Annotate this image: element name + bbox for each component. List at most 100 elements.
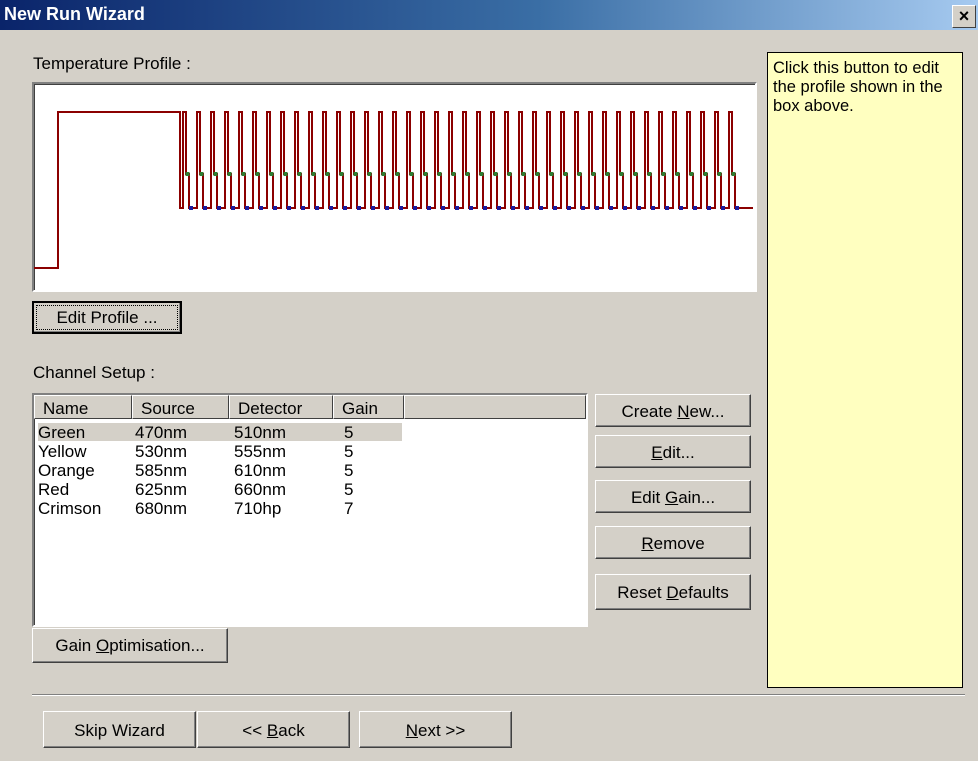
acquisition-marker: [353, 172, 358, 176]
acquisition-marker: [409, 172, 414, 176]
cycle-marker: [329, 206, 333, 210]
cycle-marker: [581, 206, 585, 210]
cycle-marker: [189, 206, 193, 210]
cell-name: Red: [38, 480, 70, 499]
acquisition-marker: [703, 172, 708, 176]
acquisition-marker: [227, 172, 232, 176]
cell-detector: 710hp: [234, 499, 282, 518]
cell-name: Yellow: [38, 442, 87, 461]
acquisition-marker: [339, 172, 344, 176]
cycle-marker: [287, 206, 291, 210]
acquisition-marker: [675, 172, 680, 176]
acquisition-marker: [633, 172, 638, 176]
cycle-marker: [539, 206, 543, 210]
cycle-marker: [679, 206, 683, 210]
acquisition-marker: [577, 172, 582, 176]
cycle-marker: [567, 206, 571, 210]
acquisition-marker: [451, 172, 456, 176]
column-header-gain[interactable]: Gain: [333, 395, 404, 419]
cell-gain: 5: [344, 423, 354, 442]
cycle-marker: [357, 206, 361, 210]
help-panel: Click this button to edit the profile sh…: [767, 52, 963, 688]
cycle-marker: [259, 206, 263, 210]
cycle-marker: [217, 206, 221, 210]
acquisition-marker: [535, 172, 540, 176]
channel-list[interactable]: Name Source Detector Gain Green 470nm 510n…: [32, 393, 588, 627]
skip-wizard-button[interactable]: Skip Wizard: [43, 711, 196, 748]
cell-source: 530nm: [135, 442, 187, 461]
cell-name: Orange: [38, 461, 95, 480]
channel-setup-label: Channel Setup :: [33, 363, 155, 382]
cell-gain: 5: [344, 442, 354, 461]
acquisition-marker: [465, 172, 470, 176]
acquisition-marker: [423, 172, 428, 176]
edit-profile-button[interactable]: Edit Profile ...: [32, 301, 182, 334]
cycle-marker: [469, 206, 473, 210]
cycle-marker: [427, 206, 431, 210]
close-button[interactable]: ×: [952, 5, 976, 28]
channel-row[interactable]: Orange 585nm 610nm 5: [38, 461, 402, 480]
back-button[interactable]: << Back: [197, 711, 350, 748]
cell-source: 680nm: [135, 499, 187, 518]
acquisition-marker: [507, 172, 512, 176]
cell-name: Crimson: [38, 499, 102, 518]
acquisition-marker: [619, 172, 624, 176]
column-header-name[interactable]: Name: [34, 395, 132, 419]
cycle-marker: [525, 206, 529, 210]
acquisition-marker: [521, 172, 526, 176]
acquisition-marker: [549, 172, 554, 176]
acquisition-marker: [367, 172, 372, 176]
cycle-marker: [665, 206, 669, 210]
temperature-profile-graph: [34, 111, 753, 269]
temperature-profile-label: Temperature Profile :: [33, 54, 191, 73]
acquisition-marker: [647, 172, 652, 176]
cycle-marker: [455, 206, 459, 210]
cell-detector: 610nm: [234, 461, 286, 480]
cycle-marker: [735, 206, 739, 210]
cycle-marker: [595, 206, 599, 210]
column-header-detector[interactable]: Detector: [229, 395, 333, 419]
cell-source: 585nm: [135, 461, 187, 480]
channel-row[interactable]: Red 625nm 660nm 5: [38, 480, 402, 499]
cycle-marker: [413, 206, 417, 210]
cycle-marker: [399, 206, 403, 210]
cycle-marker: [707, 206, 711, 210]
acquisition-marker: [297, 172, 302, 176]
acquisition-marker: [325, 172, 330, 176]
cell-detector: 660nm: [234, 480, 286, 499]
cycle-marker: [301, 206, 305, 210]
window-title: New Run Wizard: [4, 4, 145, 24]
cycle-marker: [651, 206, 655, 210]
channel-list-header: Name Source Detector Gain: [34, 395, 586, 421]
cycle-marker: [315, 206, 319, 210]
channel-row[interactable]: Yellow 530nm 555nm 5: [38, 442, 402, 461]
footer-separator: [32, 694, 965, 696]
cycle-marker: [693, 206, 697, 210]
remove-button[interactable]: Remove: [595, 526, 751, 559]
edit-channel-button[interactable]: Edit...: [595, 435, 751, 468]
cycle-marker: [553, 206, 557, 210]
create-new-button[interactable]: Create New...: [595, 394, 751, 427]
cycle-marker: [441, 206, 445, 210]
acquisition-marker: [563, 172, 568, 176]
cell-source: 625nm: [135, 480, 187, 499]
acquisition-marker: [689, 172, 694, 176]
next-button[interactable]: Next >>: [359, 711, 512, 748]
channel-row[interactable]: Crimson 680nm 710hp 7: [38, 499, 402, 518]
cell-gain: 7: [344, 499, 354, 518]
reset-defaults-button[interactable]: Reset Defaults: [595, 574, 751, 610]
channel-row[interactable]: Green 470nm 510nm 5: [38, 423, 402, 442]
acquisition-marker: [717, 172, 722, 176]
gain-optimisation-button[interactable]: Gain Optimisation...: [32, 628, 228, 663]
cycle-marker: [511, 206, 515, 210]
acquisition-marker: [479, 172, 484, 176]
cycle-marker: [231, 206, 235, 210]
acquisition-marker: [213, 172, 218, 176]
acquisition-marker: [591, 172, 596, 176]
column-header-source[interactable]: Source: [132, 395, 229, 419]
acquisition-marker: [255, 172, 260, 176]
cycle-marker: [273, 206, 277, 210]
cycle-marker: [203, 206, 207, 210]
acquisition-marker: [283, 172, 288, 176]
edit-gain-button[interactable]: Edit Gain...: [595, 480, 751, 513]
